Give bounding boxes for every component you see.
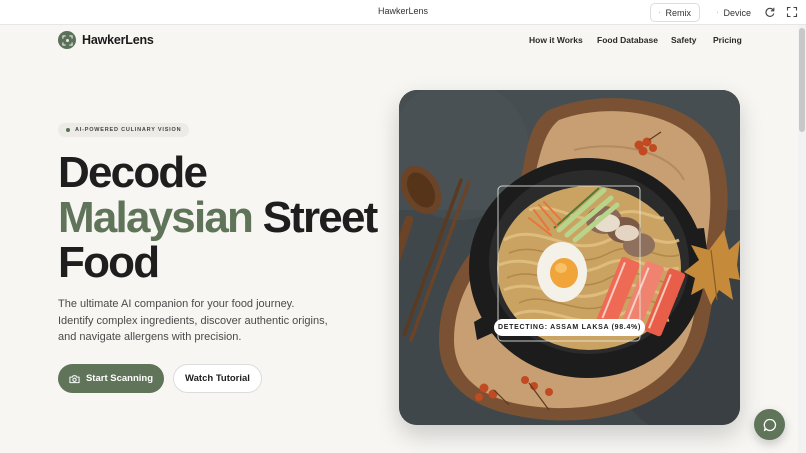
headline-line-2: Malaysian Street [58, 195, 378, 240]
watch-tutorial-button[interactable]: Watch Tutorial [173, 364, 262, 393]
expand-icon[interactable] [786, 6, 798, 18]
remix-label: Remix [665, 7, 691, 18]
camera-icon [69, 374, 80, 383]
hero-description: The ultimate AI companion for your food … [58, 298, 328, 343]
brand-name: HawkerLens [82, 33, 154, 47]
remix-button[interactable]: Remix [650, 3, 700, 22]
page-scrollbar[interactable] [798, 25, 806, 453]
headline-line-1: Decode [58, 148, 208, 197]
chat-button[interactable] [754, 409, 785, 440]
nav-safety[interactable]: Safety [671, 35, 697, 45]
start-scanning-label: Start Scanning [85, 373, 154, 384]
scrollbar-thumb[interactable] [799, 28, 805, 132]
device-label: Device [723, 7, 751, 18]
food-image-card: DETECTING: ASSAM LAKSA (98.4%) [399, 90, 740, 425]
remix-icon [659, 11, 661, 14]
detection-label: DETECTING: ASSAM LAKSA (98.4%) [494, 319, 645, 336]
nav-pricing[interactable]: Pricing [713, 35, 742, 45]
headline-accent: Malaysian [58, 193, 254, 242]
watch-tutorial-label: Watch Tutorial [185, 373, 250, 384]
hero-headline: Decode Malaysian Street Food [58, 150, 378, 285]
nav-food-database[interactable]: Food Database [597, 35, 658, 45]
headline-rest: Street [262, 193, 379, 242]
hero-badge: AI-POWERED CULINARY VISION [58, 123, 190, 137]
headline-line-3: Food [58, 238, 160, 287]
device-button[interactable]: Device [709, 3, 759, 22]
window-top-bar: HawkerLens Remix Device [0, 0, 806, 25]
laksa-photo-illustration [399, 90, 740, 425]
device-icon [717, 11, 719, 14]
logo-icon [58, 31, 76, 49]
refresh-icon[interactable] [764, 6, 776, 18]
nav-how-it-works[interactable]: How it Works [529, 35, 583, 45]
start-scanning-button[interactable]: Start Scanning [58, 364, 164, 393]
badge-label: AI-POWERED CULINARY VISION [75, 127, 182, 133]
badge-dot-icon [66, 128, 70, 132]
chat-icon [763, 418, 776, 431]
brand-logo[interactable]: HawkerLens [58, 31, 154, 49]
